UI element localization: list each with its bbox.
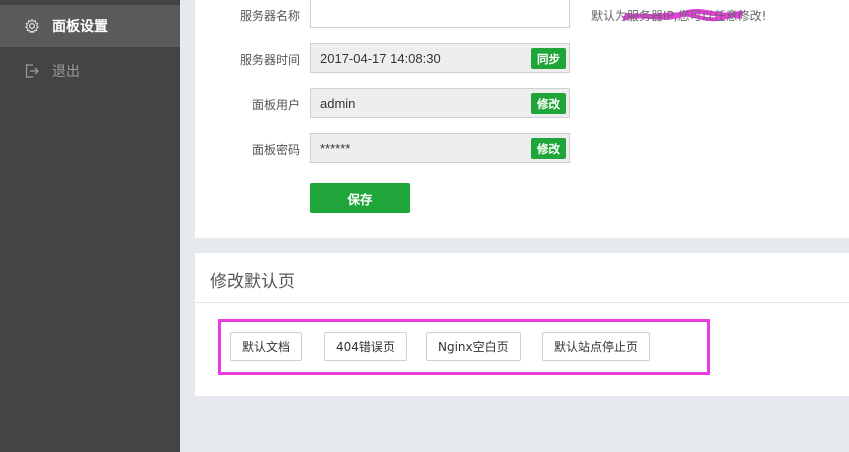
logout-icon: [24, 63, 40, 79]
panel-user-field: admin 修改: [310, 88, 570, 118]
sidebar: 面板设置 退出: [0, 0, 180, 452]
server-name-label: 服务器名称: [239, 9, 300, 23]
sync-time-button[interactable]: 同步: [531, 48, 566, 69]
default-document-button[interactable]: 默认文档: [230, 332, 303, 361]
panel-settings-card: [195, 0, 849, 238]
panel-user-label: 面板用户: [251, 98, 300, 112]
divider: [195, 302, 849, 303]
panel-password-field: ****** 修改: [310, 133, 570, 163]
section-title: 修改默认页: [210, 272, 295, 292]
sidebar-item-panel-settings[interactable]: 面板设置: [0, 5, 180, 47]
panel-password-label: 面板密码: [251, 143, 300, 157]
server-name-hint: 默认为服务器IP,您可以任意修改!: [591, 9, 767, 23]
site-stopped-page-button[interactable]: 默认站点停止页: [542, 332, 651, 361]
sidebar-item-label: 退出: [52, 64, 80, 80]
server-time-field: 2017-04-17 14:08:30 同步: [310, 43, 570, 73]
server-name-input[interactable]: [310, 0, 743, 28]
nginx-blank-page-button[interactable]: Nginx空白页: [426, 332, 521, 361]
gear-icon: [24, 18, 40, 34]
sidebar-item-logout[interactable]: 退出: [0, 50, 180, 92]
edit-user-button[interactable]: 修改: [531, 93, 566, 114]
sidebar-item-label: 面板设置: [52, 19, 108, 35]
save-button[interactable]: 保存: [310, 183, 410, 213]
edit-password-button[interactable]: 修改: [531, 138, 566, 159]
server-time-label: 服务器时间: [239, 53, 300, 67]
404-page-button[interactable]: 404错误页: [324, 332, 407, 361]
